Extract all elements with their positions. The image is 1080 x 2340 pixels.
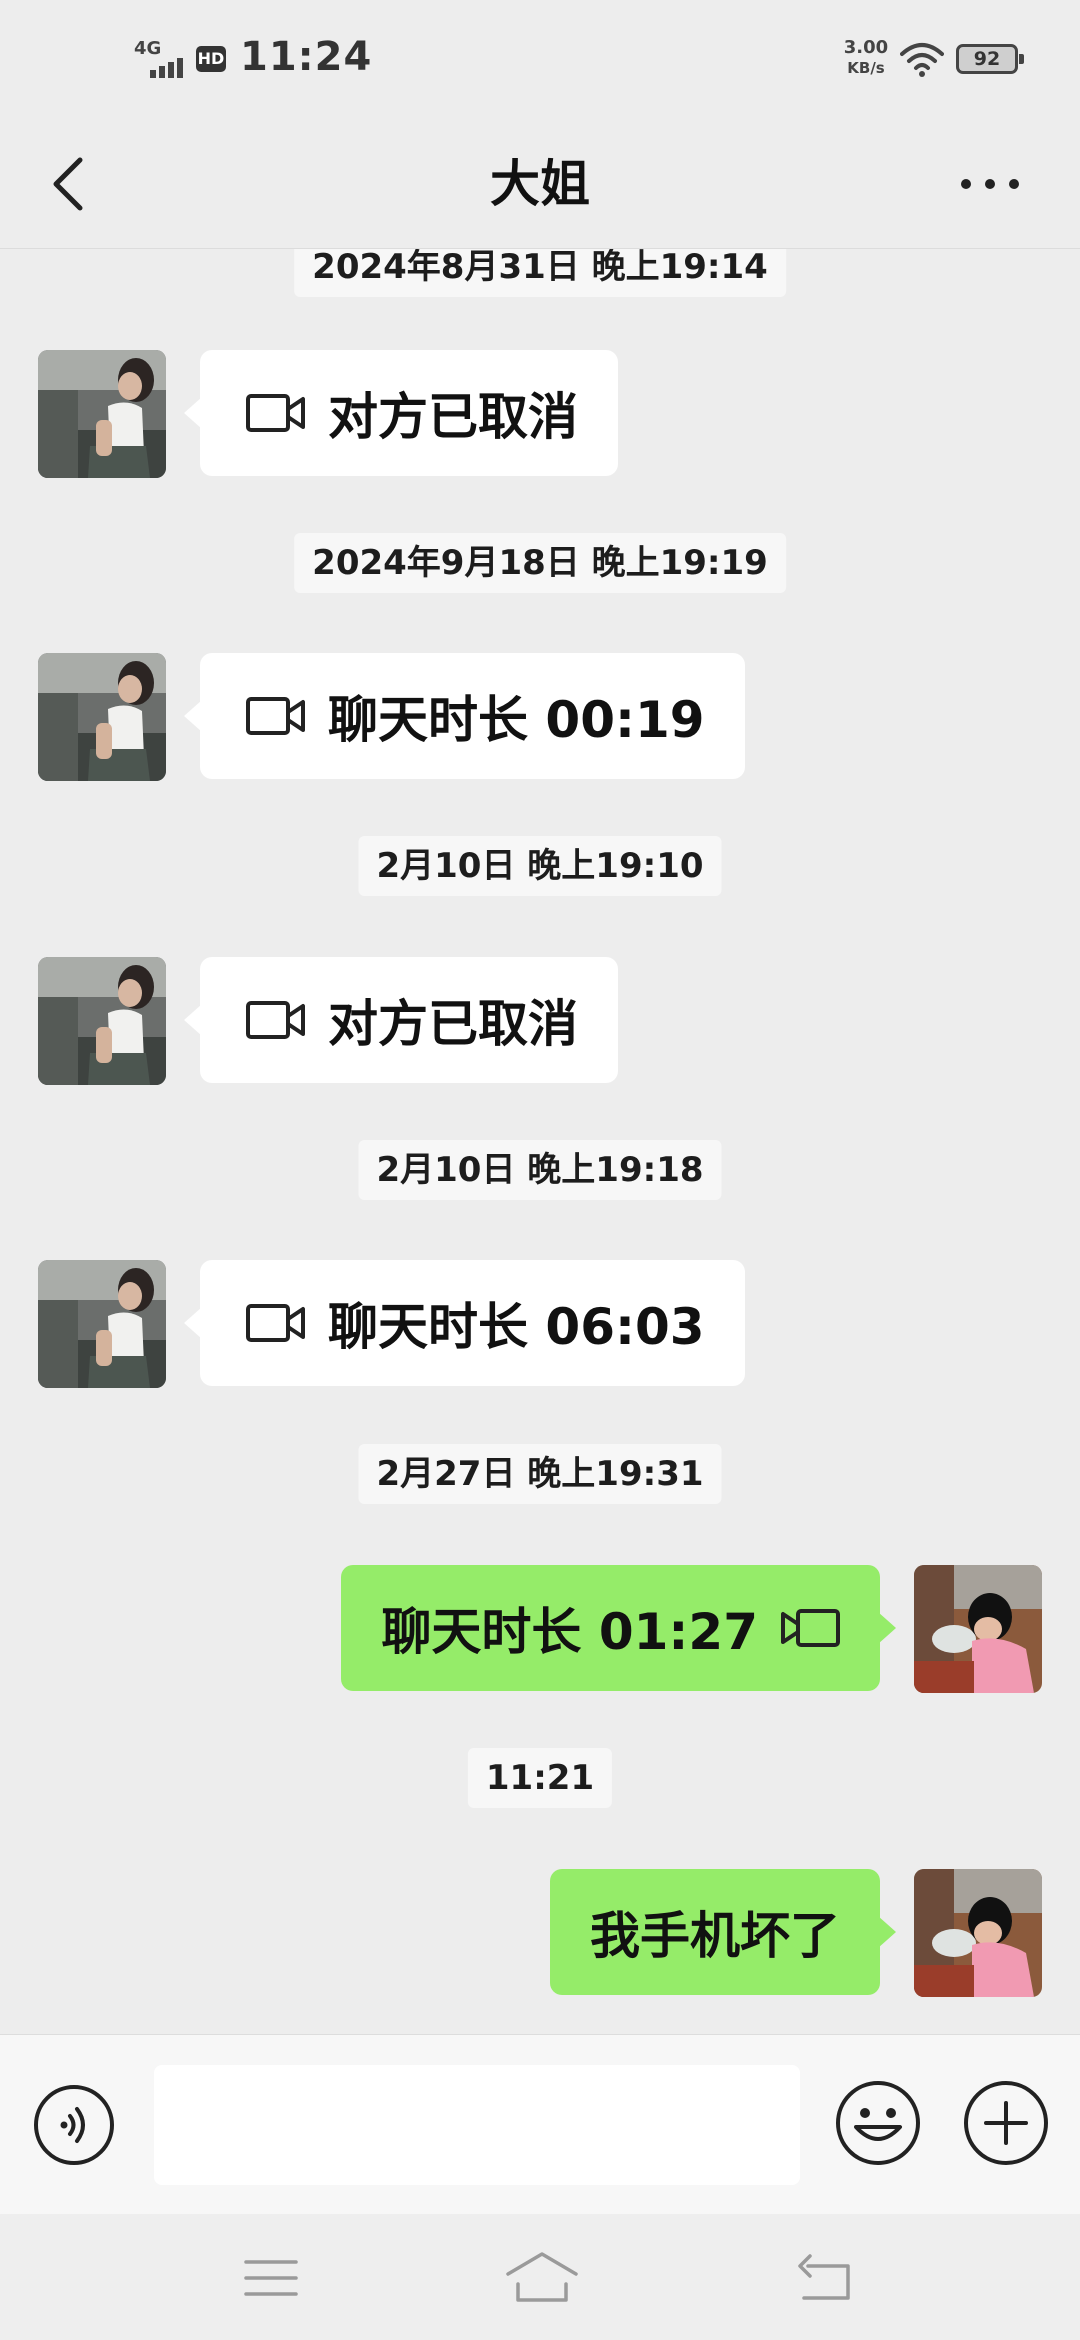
message-timestamp: 2024年9月18日 晚上19:19 xyxy=(294,533,786,593)
bubble-text: 聊天时长 00:19 xyxy=(328,691,705,749)
message-list[interactable]: 2024年8月31日 晚上19:14 对方已取消 2024年9月18日 晚上19… xyxy=(0,249,1080,2034)
video-call-icon xyxy=(246,1001,305,1039)
menu-icon[interactable] xyxy=(244,2256,298,2300)
input-bar xyxy=(0,2034,1080,2215)
hd-badge: HD xyxy=(196,46,226,72)
network-speed: 3.00 KB/s xyxy=(836,38,896,78)
chevron-left-icon[interactable] xyxy=(44,148,94,220)
message-input[interactable] xyxy=(154,2065,800,2185)
network-speed-unit: KB/s xyxy=(847,59,885,77)
received-video-call-bubble[interactable]: 对方已取消 xyxy=(184,957,618,1083)
contact-avatar[interactable] xyxy=(38,957,166,1085)
video-call-icon xyxy=(246,697,305,735)
voice-input-icon[interactable] xyxy=(32,2083,116,2167)
sent-video-call-bubble[interactable]: 聊天时长 01:27 xyxy=(341,1565,896,1691)
contact-avatar[interactable] xyxy=(38,350,166,478)
bubble-text: 对方已取消 xyxy=(328,995,578,1053)
bubble-text: 聊天时长 06:03 xyxy=(328,1298,705,1356)
my-avatar[interactable] xyxy=(914,1869,1042,1997)
system-nav-bar xyxy=(0,2214,1080,2340)
received-video-call-bubble[interactable]: 对方已取消 xyxy=(184,350,618,476)
chat-title: 大姐 xyxy=(490,155,590,213)
video-call-icon xyxy=(246,394,305,432)
status-time: 11:24 xyxy=(240,34,373,80)
bubble-text: 我手机坏了 xyxy=(590,1907,840,1965)
received-video-call-bubble[interactable]: 聊天时长 00:19 xyxy=(184,653,745,779)
video-call-icon xyxy=(246,1304,305,1342)
my-avatar[interactable] xyxy=(914,1565,1042,1693)
signal-icon xyxy=(150,58,183,78)
home-icon[interactable] xyxy=(504,2250,580,2304)
network-speed-value: 3.00 xyxy=(843,37,889,58)
more-dots-icon[interactable] xyxy=(956,170,1024,198)
network-type: 4G xyxy=(134,38,162,59)
video-call-icon xyxy=(781,1609,840,1647)
plus-icon[interactable] xyxy=(962,2079,1050,2167)
contact-avatar[interactable] xyxy=(38,653,166,781)
sent-text-bubble[interactable]: 我手机坏了 xyxy=(550,1869,896,1995)
message-timestamp: 2024年8月31日 晚上19:14 xyxy=(294,249,786,297)
contact-avatar[interactable] xyxy=(38,1260,166,1388)
status-bar: 4G HD 11:24 3.00 KB/s 92 xyxy=(0,0,1080,120)
message-timestamp: 2月27日 晚上19:31 xyxy=(358,1444,722,1504)
bubble-text: 聊天时长 01:27 xyxy=(381,1603,758,1661)
wifi-icon xyxy=(900,43,944,77)
received-video-call-bubble[interactable]: 聊天时长 06:03 xyxy=(184,1260,745,1386)
message-timestamp: 2月10日 晚上19:10 xyxy=(358,836,722,896)
message-timestamp: 11:21 xyxy=(467,1748,613,1808)
battery-icon: 92 xyxy=(956,44,1024,74)
chat-header: 大姐 xyxy=(0,120,1080,249)
message-timestamp: 2月10日 晚上19:18 xyxy=(358,1140,722,1200)
back-icon[interactable] xyxy=(796,2252,852,2302)
emoji-icon[interactable] xyxy=(834,2079,922,2167)
bubble-text: 对方已取消 xyxy=(328,388,578,446)
